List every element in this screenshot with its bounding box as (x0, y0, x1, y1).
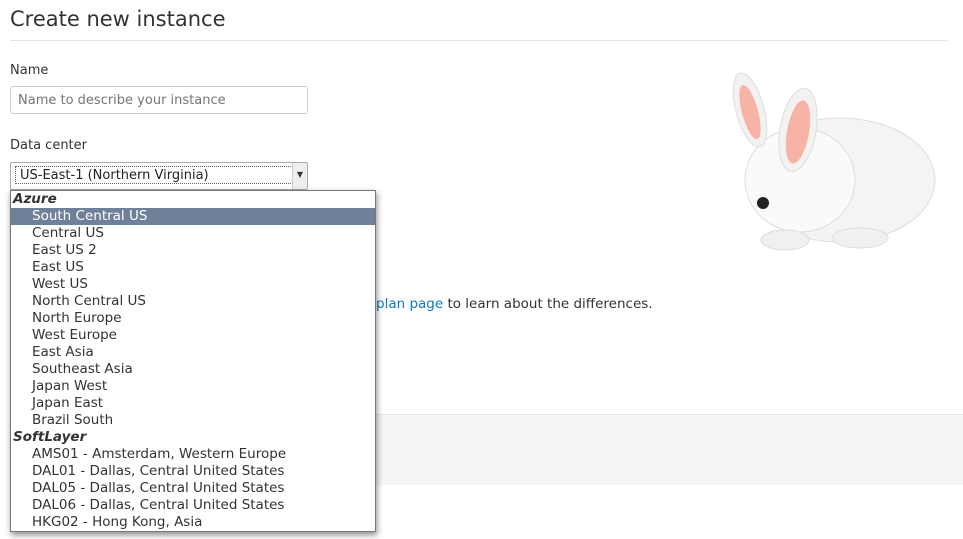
dropdown-option[interactable]: North Europe (11, 310, 375, 327)
dropdown-option[interactable]: Japan East (11, 395, 375, 412)
dropdown-option[interactable]: East US (11, 259, 375, 276)
footer-band (376, 414, 963, 485)
name-input[interactable] (10, 86, 308, 114)
data-center-dropdown-list[interactable]: Azure South Central US Central US East US 2… (10, 190, 376, 532)
dropdown-option[interactable]: DAL05 - Dallas, Central United States (11, 480, 375, 497)
optgroup-label: SoftLayer (13, 429, 87, 445)
dropdown-option[interactable]: DAL01 - Dallas, Central United States (11, 463, 375, 480)
dropdown-option[interactable]: South Central US (11, 208, 375, 225)
name-label: Name (10, 63, 49, 78)
optgroup-label: Azure (13, 191, 57, 207)
dropdown-option[interactable]: Central US (11, 225, 375, 242)
dropdown-option[interactable]: North Central US (11, 293, 375, 310)
dropdown-option[interactable]: East Asia (11, 344, 375, 361)
dropdown-option[interactable]: HKG02 - Hong Kong, Asia (11, 514, 375, 531)
rabbit-mascot-image (732, 72, 936, 251)
dropdown-option[interactable]: West Europe (11, 327, 375, 344)
chevron-down-icon[interactable]: ▼ (292, 163, 307, 189)
dropdown-option[interactable]: Southeast Asia (11, 361, 375, 378)
plan-page-link[interactable]: plan page (376, 296, 443, 312)
data-center-selected-value: US-East-1 (Northern Virginia) (15, 166, 297, 184)
dropdown-option[interactable]: West US (11, 276, 375, 293)
help-text: plan page to learn about the differences… (376, 296, 653, 312)
help-text-rest: to learn about the differences. (443, 296, 653, 312)
dropdown-option[interactable]: East US 2 (11, 242, 375, 259)
dropdown-option[interactable]: AMS01 - Amsterdam, Western Europe (11, 446, 375, 463)
data-center-select[interactable]: US-East-1 (Northern Virginia) ▼ (10, 162, 308, 190)
dropdown-option[interactable]: DAL06 - Dallas, Central United States (11, 497, 375, 514)
dropdown-option[interactable]: Brazil South (11, 412, 375, 429)
page-title: Create new instance (10, 7, 226, 31)
data-center-label: Data center (10, 138, 87, 153)
divider (10, 40, 949, 41)
dropdown-option[interactable]: Japan West (11, 378, 375, 395)
